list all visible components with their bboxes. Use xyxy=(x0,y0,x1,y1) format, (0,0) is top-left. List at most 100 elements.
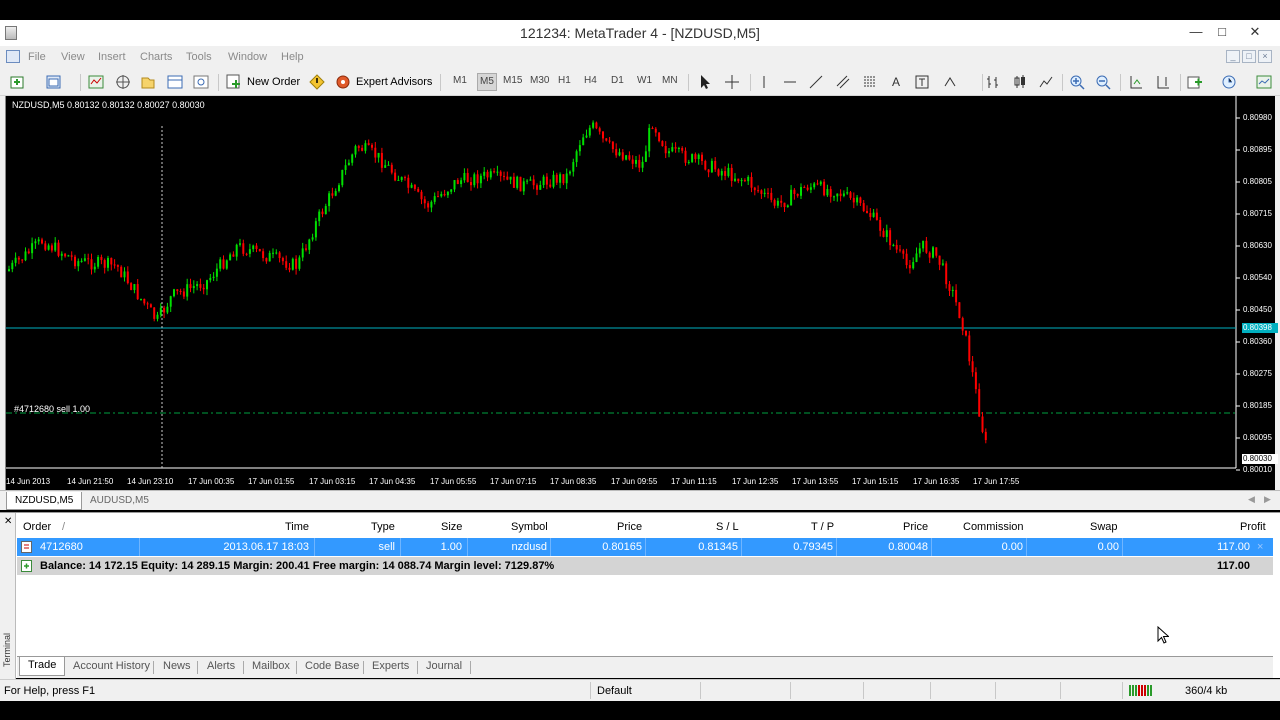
horizontal-line-icon[interactable] xyxy=(782,74,798,90)
col-swap[interactable]: Swap xyxy=(1090,521,1118,533)
tab-news[interactable]: News xyxy=(161,660,193,672)
profiles-icon[interactable] xyxy=(46,74,62,90)
menu-insert[interactable]: Insert xyxy=(98,51,126,63)
toolbar-separator xyxy=(982,74,983,91)
menu-help[interactable]: Help xyxy=(281,51,304,63)
sort-indicator-icon: / xyxy=(62,521,66,533)
menu-charts[interactable]: Charts xyxy=(140,51,172,63)
col-time[interactable]: Time xyxy=(285,521,309,533)
timeframe-m30[interactable]: M30 xyxy=(530,75,549,86)
timeframe-d1[interactable]: D1 xyxy=(611,75,624,86)
candle-body xyxy=(644,151,647,162)
col-symbol[interactable]: Symbol xyxy=(511,521,548,533)
tab-experts[interactable]: Experts xyxy=(370,660,411,672)
menu-window[interactable]: Window xyxy=(228,51,267,63)
zoom-out-icon[interactable] xyxy=(1095,74,1111,90)
auto-scroll-icon[interactable] xyxy=(1128,74,1144,90)
close-button[interactable]: ✕ xyxy=(1240,23,1270,43)
tab-mailbox[interactable]: Mailbox xyxy=(250,660,292,672)
col-price2[interactable]: Price xyxy=(903,521,928,533)
new-chart-icon[interactable] xyxy=(10,74,26,90)
vertical-line-icon[interactable] xyxy=(756,74,772,90)
fibonacci-icon[interactable] xyxy=(862,74,878,90)
strategy-tester-icon[interactable] xyxy=(193,74,209,90)
zoom-in-icon[interactable] xyxy=(1069,74,1085,90)
autotrading-icon[interactable] xyxy=(309,74,325,90)
candle-body xyxy=(489,171,492,178)
menu-file[interactable]: File xyxy=(28,51,46,63)
timeframe-h1[interactable]: H1 xyxy=(558,75,571,86)
tab-account-history[interactable]: Account History xyxy=(71,660,152,672)
column-divider xyxy=(314,538,315,556)
templates-icon[interactable] xyxy=(1256,74,1272,90)
terminal-icon[interactable] xyxy=(167,74,183,90)
candle-body xyxy=(341,169,344,186)
col-profit[interactable]: Profit xyxy=(1240,521,1266,533)
timeframe-m15[interactable]: M15 xyxy=(503,75,522,86)
timeframe-mn[interactable]: MN xyxy=(662,75,678,86)
col-sl[interactable]: S / L xyxy=(716,521,739,533)
menu-view[interactable]: View xyxy=(61,51,85,63)
mdi-minimize-button[interactable]: _ xyxy=(1226,50,1240,63)
col-size[interactable]: Size xyxy=(441,521,462,533)
price-chart[interactable]: NZDUSD,M5 0.80132 0.80132 0.80027 0.8003… xyxy=(5,96,1278,490)
col-type[interactable]: Type xyxy=(371,521,395,533)
terminal-close-icon[interactable]: ✕ xyxy=(4,516,12,527)
candle-body xyxy=(984,431,987,441)
tab-code-base[interactable]: Code Base xyxy=(303,660,361,672)
chart-tab-nzdusd[interactable]: NZDUSD,M5 xyxy=(6,492,83,510)
tab-scroll-right-icon[interactable]: ▶ xyxy=(1264,494,1271,505)
expert-advisors-button[interactable]: Expert Advisors xyxy=(356,72,432,92)
menu-tools[interactable]: Tools xyxy=(186,51,212,63)
col-commission[interactable]: Commission xyxy=(963,521,1024,533)
timeframe-h4[interactable]: H4 xyxy=(584,75,597,86)
col-order[interactable]: Order xyxy=(23,521,51,533)
candle-body xyxy=(453,180,456,190)
line-chart-icon[interactable] xyxy=(1038,74,1054,90)
navigator-icon[interactable] xyxy=(140,74,156,90)
candle-body xyxy=(522,181,525,192)
tab-scroll-left-icon[interactable]: ◀ xyxy=(1248,494,1255,505)
mdi-close-button[interactable]: × xyxy=(1258,50,1272,63)
tab-separator xyxy=(296,661,297,674)
periods-icon[interactable] xyxy=(1221,74,1237,90)
maximize-button[interactable]: □ xyxy=(1207,23,1237,43)
data-window-icon[interactable] xyxy=(115,74,131,90)
tab-alerts[interactable]: Alerts xyxy=(205,660,237,672)
mdi-restore-button[interactable]: □ xyxy=(1242,50,1256,63)
new-order-button[interactable]: New Order xyxy=(247,72,300,92)
candle-body xyxy=(103,260,106,268)
status-profile[interactable]: Default xyxy=(597,685,632,697)
col-tp[interactable]: T / P xyxy=(811,521,834,533)
text-label-icon[interactable] xyxy=(914,74,930,90)
market-watch-icon[interactable] xyxy=(88,74,104,90)
candle-body xyxy=(60,253,63,256)
timeframe-m1[interactable]: M1 xyxy=(453,75,467,86)
close-order-icon[interactable]: × xyxy=(1257,541,1263,553)
chart-tab-audusd[interactable]: AUDUSD,M5 xyxy=(82,492,157,510)
text-tool[interactable]: A xyxy=(892,72,900,92)
price-label: 0.80540 xyxy=(1243,273,1272,282)
candle-body xyxy=(895,245,898,250)
candlestick-plot[interactable] xyxy=(6,96,1276,490)
timeframe-m5[interactable]: M5 xyxy=(477,73,497,91)
timeframe-w1[interactable]: W1 xyxy=(637,75,652,86)
candlesticks-icon[interactable] xyxy=(1012,74,1028,90)
chart-shift-icon[interactable] xyxy=(1155,74,1171,90)
trendline-icon[interactable] xyxy=(808,74,824,90)
equidistant-channel-icon[interactable] xyxy=(835,74,851,90)
candle-body xyxy=(430,201,433,208)
document-icon[interactable] xyxy=(6,50,20,63)
tab-trade[interactable]: Trade xyxy=(19,657,66,676)
cursor-tool-icon[interactable] xyxy=(697,74,713,90)
arrows-icon[interactable] xyxy=(942,74,958,90)
bar-chart-icon[interactable] xyxy=(985,74,1001,90)
crosshair-icon[interactable] xyxy=(724,74,740,90)
tab-journal[interactable]: Journal xyxy=(424,660,464,672)
candle-body xyxy=(229,254,232,261)
indicators-icon[interactable] xyxy=(1187,74,1203,90)
col-price[interactable]: Price xyxy=(617,521,642,533)
connection-status-icon[interactable] xyxy=(1129,685,1153,696)
candle-body xyxy=(875,212,878,220)
candle-body xyxy=(245,253,248,255)
